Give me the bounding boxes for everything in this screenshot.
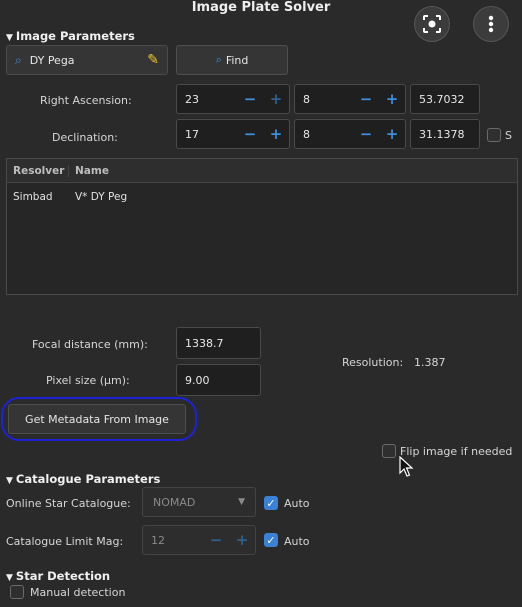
online-catalogue-label: Online Star Catalogue: xyxy=(6,497,131,510)
flip-image-checkbox[interactable] xyxy=(382,444,396,458)
dec-minutes-spinbox[interactable]: 8 − + xyxy=(294,119,406,149)
south-label: S xyxy=(505,129,512,142)
get-metadata-button[interactable]: Get Metadata From Image xyxy=(8,404,186,434)
limit-mag-spinbox[interactable]: 12 − + xyxy=(142,525,256,555)
ra-hours-spinbox[interactable]: 23 − + xyxy=(176,84,290,114)
minus-icon[interactable]: − xyxy=(237,90,263,108)
limit-mag-auto-checkbox[interactable]: ✓ xyxy=(264,533,278,547)
cell-name: V* DY Peg xyxy=(75,191,128,203)
ra-minutes-spinbox[interactable]: 8 − + xyxy=(294,84,406,114)
limit-mag-auto-label: Auto xyxy=(284,535,310,548)
resolution-value: 1.387 xyxy=(414,356,446,369)
mouse-cursor-icon xyxy=(399,456,414,477)
more-button[interactable] xyxy=(473,6,509,42)
column-header-name[interactable]: Name xyxy=(69,165,109,177)
dec-seconds-field[interactable]: 31.1378 xyxy=(410,119,480,149)
dec-degrees-spinbox[interactable]: 17 − + xyxy=(176,119,290,149)
focal-label: Focal distance (mm): xyxy=(32,338,148,351)
section-catalogue-parameters[interactable]: ▼ Catalogue Parameters xyxy=(6,472,160,486)
minus-icon[interactable]: − xyxy=(353,125,379,143)
online-catalogue-auto-label: Auto xyxy=(284,497,310,510)
limit-mag-label: Catalogue Limit Mag: xyxy=(6,535,124,548)
collapse-triangle-icon: ▼ xyxy=(6,573,13,583)
collapse-triangle-icon: ▼ xyxy=(6,33,13,43)
find-button[interactable]: ⌕ Find xyxy=(176,45,288,75)
section-image-parameters[interactable]: ▼ Image Parameters xyxy=(6,29,135,43)
dropdown-arrow-icon: ▼ xyxy=(238,497,245,507)
focal-field[interactable]: 1338.7 xyxy=(176,327,261,359)
online-catalogue-auto-checkbox[interactable]: ✓ xyxy=(264,496,278,510)
resolution-label: Resolution: xyxy=(342,356,404,369)
plus-icon[interactable]: + xyxy=(263,125,289,143)
online-catalogue-select[interactable]: NOMAD ▼ xyxy=(142,487,256,517)
ra-label: Right Ascension: xyxy=(40,94,132,107)
column-header-resolver[interactable]: Resolver xyxy=(7,164,69,177)
search-icon: ⌕ xyxy=(215,53,222,66)
minus-icon[interactable]: − xyxy=(353,90,379,108)
more-vert-icon xyxy=(488,15,494,33)
cell-resolver: Simbad xyxy=(13,191,53,203)
plus-icon[interactable]: + xyxy=(379,125,405,143)
ra-seconds-field[interactable]: 53.7032 xyxy=(410,84,480,114)
manual-detection-label: Manual detection xyxy=(30,586,126,599)
plus-icon[interactable]: + xyxy=(379,90,405,108)
table-row[interactable]: Simbad V* DY Peg xyxy=(7,187,517,207)
plus-icon[interactable]: + xyxy=(229,531,255,549)
pixel-size-field[interactable]: 9.00 xyxy=(176,364,261,396)
object-name-field[interactable]: ⌕ DY Pega ✎ xyxy=(6,45,168,75)
section-star-detection[interactable]: ▼ Star Detection xyxy=(6,569,110,583)
clear-broom-icon[interactable]: ✎ xyxy=(147,52,159,68)
south-checkbox[interactable] xyxy=(487,128,501,142)
search-icon: ⌕ xyxy=(15,52,22,67)
plus-icon[interactable]: + xyxy=(263,90,289,108)
lens-button[interactable] xyxy=(414,6,450,42)
minus-icon[interactable]: − xyxy=(203,531,229,549)
minus-icon[interactable]: − xyxy=(237,125,263,143)
resolver-table[interactable]: Resolver Name Simbad V* DY Peg xyxy=(6,158,518,295)
flip-image-label: Flip image if needed xyxy=(400,445,513,458)
table-header: Resolver Name xyxy=(7,159,517,183)
manual-detection-checkbox[interactable] xyxy=(10,585,24,599)
dec-label: Declination: xyxy=(52,131,118,144)
pixel-size-label: Pixel size (µm): xyxy=(46,374,130,387)
lens-icon xyxy=(423,15,441,33)
collapse-triangle-icon: ▼ xyxy=(6,476,13,486)
